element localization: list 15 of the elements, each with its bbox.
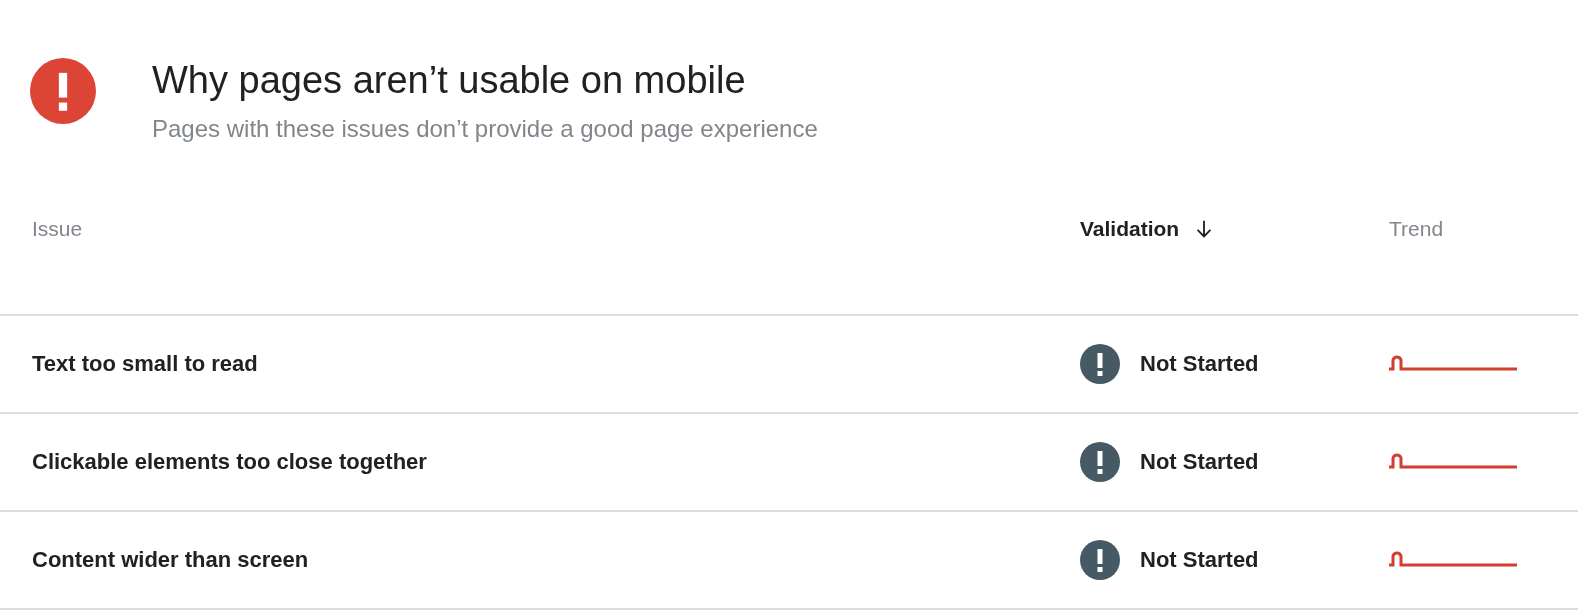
validation-status: Not Started (1140, 351, 1259, 377)
error-icon (30, 58, 96, 124)
issue-name: Text too small to read (32, 351, 258, 377)
issue-name: Clickable elements too close together (32, 449, 427, 475)
warning-icon (1080, 344, 1120, 384)
warning-icon (1080, 540, 1120, 580)
section-title: Why pages aren’t usable on mobile (152, 58, 747, 102)
issue-name: Content wider than screen (32, 547, 309, 573)
column-header[interactable]: Trend (1389, 217, 1444, 241)
warning-icon (1080, 442, 1120, 482)
column-header[interactable]: Validation (1080, 217, 1180, 241)
validation-status: Not Started (1140, 547, 1259, 573)
section-subtitle: Pages with these issues don’t provide a good page experience (152, 114, 818, 144)
validation-status: Not Started (1140, 449, 1259, 475)
column-header[interactable]: Issue (32, 217, 83, 241)
